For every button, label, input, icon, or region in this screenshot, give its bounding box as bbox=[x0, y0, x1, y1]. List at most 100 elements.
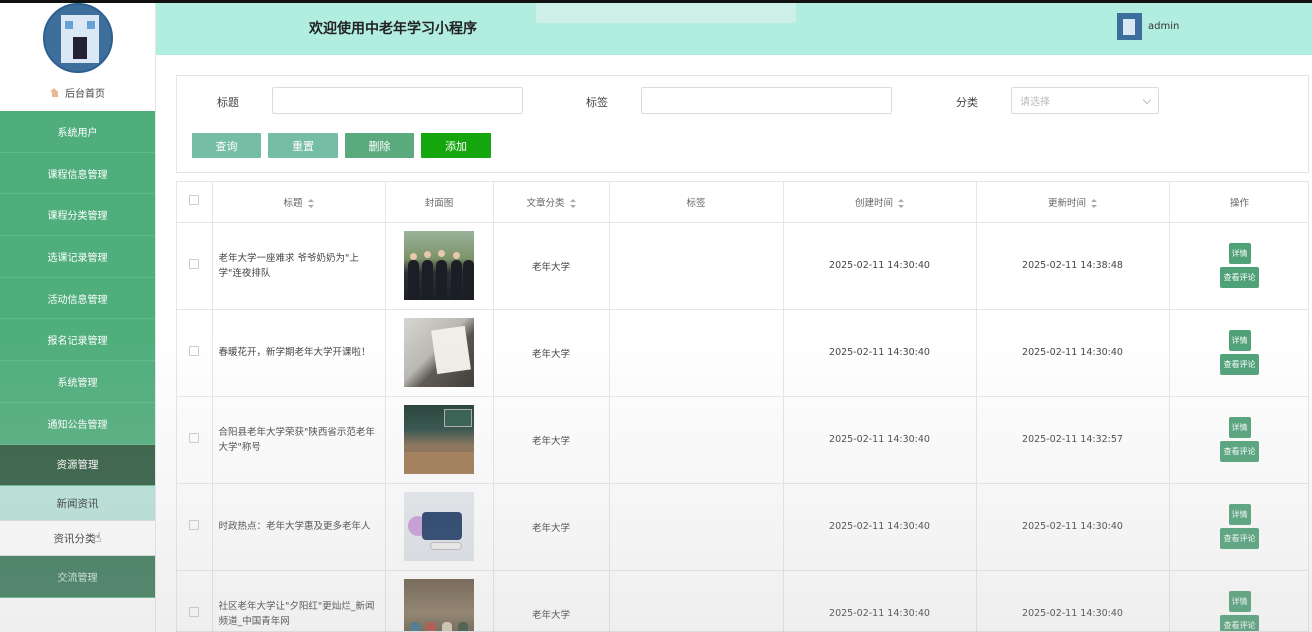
row-created: 2025-02-11 14:30:40 bbox=[783, 396, 977, 484]
sidebar-item-system-management[interactable]: 系统管理 bbox=[0, 361, 155, 403]
column-header-category[interactable]: 文章分类 bbox=[493, 182, 610, 223]
view-comments-button[interactable]: 查看评论 bbox=[1220, 615, 1259, 631]
home-icon bbox=[50, 87, 59, 97]
tag-input[interactable] bbox=[641, 87, 892, 114]
delete-button[interactable]: 删除 bbox=[345, 133, 414, 158]
row-tag bbox=[609, 483, 784, 571]
column-header-label: 标签 bbox=[686, 197, 706, 209]
select-all-checkbox[interactable] bbox=[189, 195, 200, 206]
row-created: 2025-02-11 14:30:40 bbox=[783, 309, 977, 397]
cover-image[interactable] bbox=[404, 579, 474, 631]
cover-image[interactable] bbox=[404, 492, 474, 561]
detail-button[interactable]: 详情 bbox=[1228, 504, 1251, 525]
sidebar-home-link[interactable]: 后台首页 bbox=[0, 75, 155, 109]
sort-icon[interactable] bbox=[898, 198, 904, 208]
sidebar-item-course-category[interactable]: 课程分类管理 bbox=[0, 194, 155, 237]
search-panel: 标题 标签 分类 请选择 查询 重置 删除 添加 bbox=[176, 75, 1309, 173]
tag-label: 标签 bbox=[586, 96, 608, 109]
row-checkbox[interactable] bbox=[189, 259, 200, 269]
column-header-label: 标题 bbox=[283, 197, 303, 209]
row-updated: 2025-02-11 14:30:40 bbox=[976, 570, 1170, 631]
select-all-cell bbox=[177, 182, 213, 223]
column-header-title[interactable]: 标题 bbox=[212, 182, 386, 223]
sidebar-avatar-wrap bbox=[0, 3, 155, 73]
sidebar-item-label: 系统管理 bbox=[57, 377, 98, 389]
sidebar-item-resource-management[interactable]: 资源管理 bbox=[0, 444, 155, 487]
table-row: 合阳县老年大学荣获"陕西省示范老年大学"称号 老年大学 2025-02-11 1… bbox=[177, 396, 1308, 484]
sidebar-item-activity-info[interactable]: 活动信息管理 bbox=[0, 277, 155, 320]
row-checkbox[interactable] bbox=[189, 346, 200, 356]
detail-button[interactable]: 详情 bbox=[1228, 591, 1251, 612]
view-comments-button[interactable]: 查看评论 bbox=[1220, 441, 1259, 462]
column-header-label: 操作 bbox=[1229, 197, 1249, 209]
sidebar-item-enrollment-records[interactable]: 选课记录管理 bbox=[0, 236, 155, 278]
row-title: 社区老年大学让"夕阳红"更灿烂_新闻频道_中国青年网 bbox=[212, 570, 386, 631]
row-tag bbox=[609, 222, 784, 310]
row-select-cell bbox=[177, 396, 213, 484]
table-row: 老年大学一座难求 爷爷奶奶为"上学"连夜排队 老年大学 2025-02-11 1… bbox=[177, 222, 1308, 310]
avatar[interactable] bbox=[42, 3, 113, 73]
row-cover-cell bbox=[385, 396, 494, 484]
row-updated: 2025-02-11 14:30:40 bbox=[976, 483, 1170, 571]
cover-image[interactable] bbox=[404, 318, 474, 387]
row-cover-cell bbox=[385, 222, 494, 310]
sidebar-item-course-info[interactable]: 课程信息管理 bbox=[0, 152, 155, 195]
username: admin bbox=[1148, 21, 1180, 32]
sidebar-subitem-news-category[interactable]: 资讯分类 ☝ bbox=[0, 521, 155, 557]
sidebar-subitem-label: 资讯分类 bbox=[53, 532, 96, 545]
row-tag bbox=[609, 570, 784, 631]
row-actions: 详情 查看评论 bbox=[1169, 570, 1308, 631]
row-created: 2025-02-11 14:30:40 bbox=[783, 483, 977, 571]
row-cover-cell bbox=[385, 483, 494, 571]
row-updated: 2025-02-11 14:30:40 bbox=[976, 309, 1170, 397]
view-comments-button[interactable]: 查看评论 bbox=[1220, 354, 1259, 375]
query-button[interactable]: 查询 bbox=[192, 133, 261, 158]
cover-image[interactable] bbox=[404, 231, 474, 300]
table-header-row: 标题 封面图 文章分类 标签 创建时间 更新时间 操作 bbox=[177, 182, 1308, 223]
detail-button[interactable]: 详情 bbox=[1228, 243, 1251, 264]
column-header-label: 更新时间 bbox=[1047, 197, 1086, 209]
row-updated: 2025-02-11 14:32:57 bbox=[976, 396, 1170, 484]
add-button[interactable]: 添加 bbox=[421, 133, 491, 158]
sidebar-item-exchange-management[interactable]: 交流管理 bbox=[0, 556, 155, 598]
sidebar-item-signup-records[interactable]: 报名记录管理 bbox=[0, 319, 155, 362]
top-header: 欢迎使用中老年学习小程序 admin bbox=[156, 3, 1312, 55]
user-menu[interactable]: admin bbox=[1117, 13, 1179, 40]
category-label: 分类 bbox=[956, 96, 978, 109]
row-category: 老年大学 bbox=[493, 222, 610, 310]
category-select[interactable]: 请选择 bbox=[1011, 87, 1159, 114]
row-actions: 详情 查看评论 bbox=[1169, 309, 1308, 397]
column-header-tag: 标签 bbox=[609, 182, 784, 223]
title-input[interactable] bbox=[272, 87, 523, 114]
sidebar-item-notice-management[interactable]: 通知公告管理 bbox=[0, 402, 155, 445]
column-header-updated[interactable]: 更新时间 bbox=[976, 182, 1170, 223]
detail-button[interactable]: 详情 bbox=[1228, 417, 1251, 438]
sidebar-subitem-label: 新闻资讯 bbox=[56, 497, 99, 510]
row-checkbox[interactable] bbox=[189, 433, 200, 443]
row-category: 老年大学 bbox=[493, 309, 610, 397]
sidebar: 后台首页 系统用户 课程信息管理 课程分类管理 选课记录管理 活动信息管理 报名… bbox=[0, 3, 156, 632]
page-title: 欢迎使用中老年学习小程序 bbox=[309, 21, 477, 37]
sort-icon[interactable] bbox=[1091, 198, 1097, 208]
sidebar-item-label: 课程分类管理 bbox=[47, 211, 108, 223]
user-avatar-icon bbox=[1117, 13, 1142, 40]
reset-button[interactable]: 重置 bbox=[268, 133, 338, 158]
view-comments-button[interactable]: 查看评论 bbox=[1220, 528, 1259, 549]
row-select-cell bbox=[177, 570, 213, 631]
sort-icon[interactable] bbox=[307, 198, 314, 208]
row-checkbox[interactable] bbox=[189, 607, 200, 617]
row-created: 2025-02-11 14:30:40 bbox=[783, 570, 977, 631]
row-created: 2025-02-11 14:30:40 bbox=[783, 222, 977, 310]
sidebar-item-label: 资源管理 bbox=[56, 459, 99, 472]
cover-image[interactable] bbox=[404, 405, 474, 474]
sort-icon[interactable] bbox=[569, 198, 576, 208]
view-comments-button[interactable]: 查看评论 bbox=[1220, 267, 1259, 288]
sidebar-item-label: 报名记录管理 bbox=[47, 336, 108, 348]
sidebar-subitem-news[interactable]: 新闻资讯 bbox=[0, 486, 155, 522]
column-header-created[interactable]: 创建时间 bbox=[783, 182, 977, 223]
row-actions: 详情 查看评论 bbox=[1169, 483, 1308, 571]
row-checkbox[interactable] bbox=[189, 520, 200, 530]
detail-button[interactable]: 详情 bbox=[1228, 330, 1251, 351]
sidebar-item-system-users[interactable]: 系统用户 bbox=[0, 111, 155, 153]
column-header-label: 文章分类 bbox=[526, 197, 565, 209]
